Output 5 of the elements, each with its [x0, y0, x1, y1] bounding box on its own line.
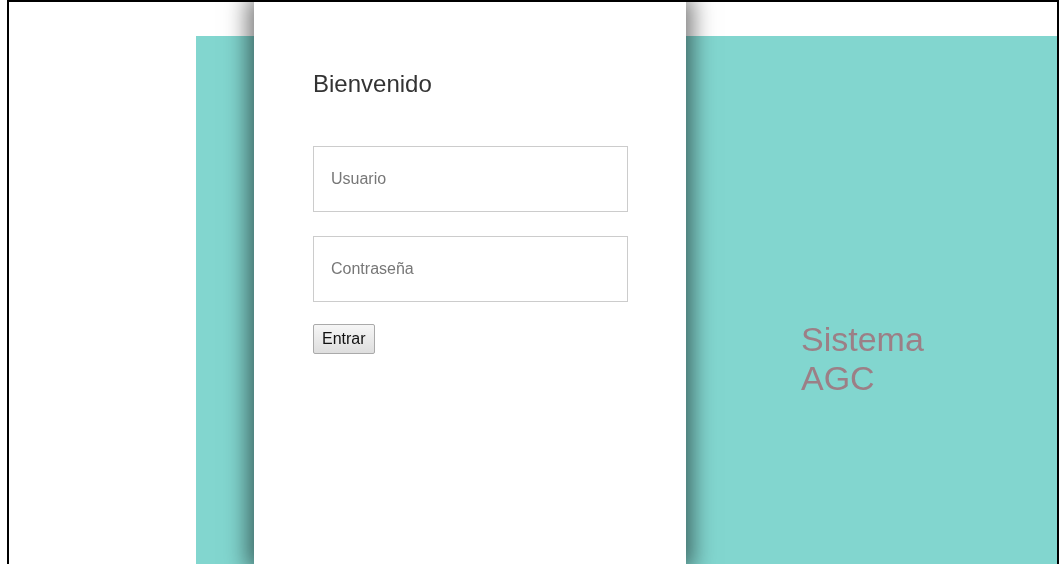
- login-button[interactable]: Entrar: [313, 324, 375, 354]
- username-field[interactable]: Usuario: [313, 146, 628, 212]
- system-name: Sistema AGC: [801, 320, 925, 399]
- welcome-title: Bienvenido: [313, 70, 432, 98]
- password-field[interactable]: Contraseña: [313, 236, 628, 302]
